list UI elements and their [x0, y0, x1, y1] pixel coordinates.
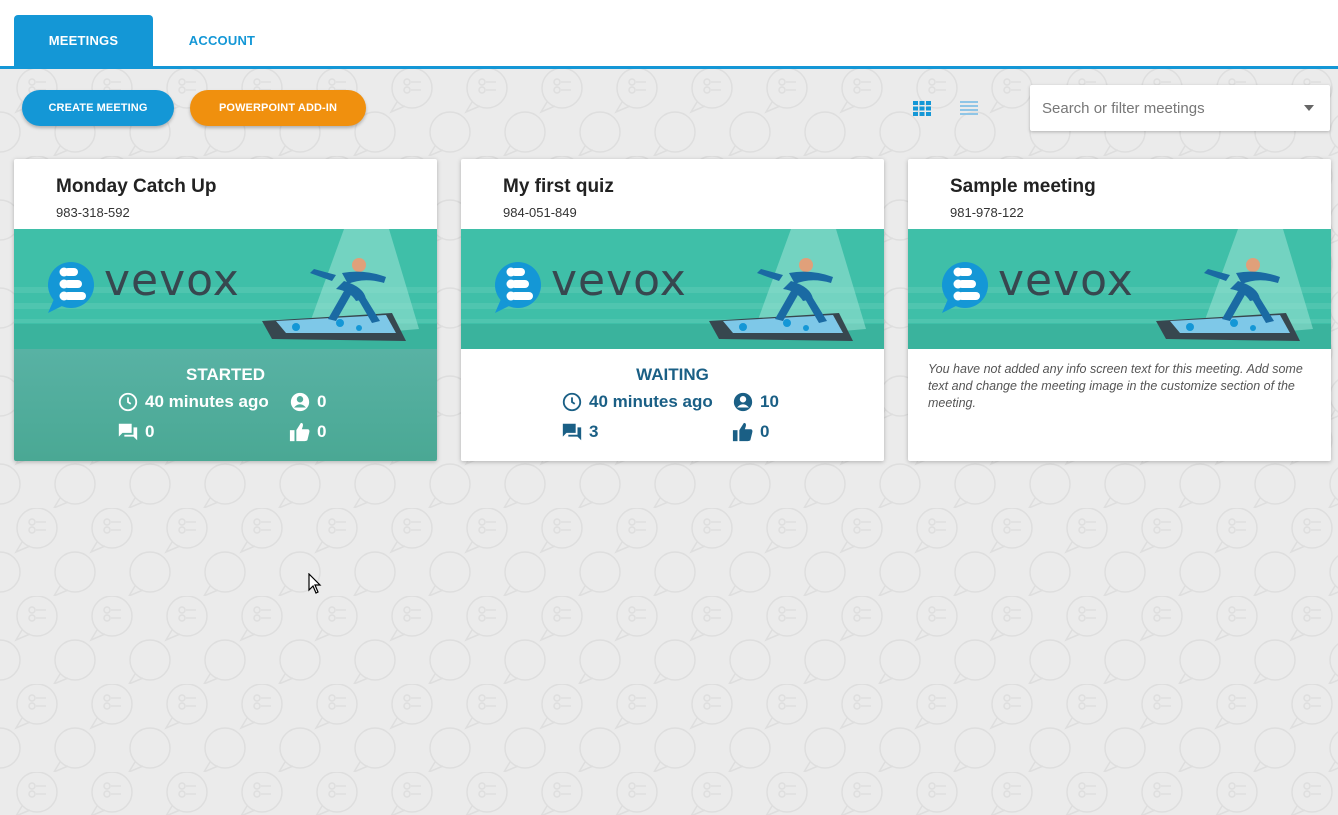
user-icon [290, 392, 310, 412]
search-input[interactable] [1030, 85, 1292, 131]
meeting-title: Monday Catch Up [56, 176, 217, 197]
search-filter-box[interactable] [1030, 85, 1330, 131]
powerpoint-addin-button[interactable]: POWERPOINT ADD-IN [190, 90, 366, 126]
participant-count: 0 [317, 392, 327, 411]
thumbs-up-icon [289, 422, 310, 442]
meeting-code: 981-978-122 [950, 205, 1024, 220]
top-navigation: MEETINGS ACCOUNT [0, 0, 1338, 69]
user-icon [733, 392, 753, 412]
tab-meetings[interactable]: MEETINGS [14, 15, 153, 66]
meeting-card[interactable]: My first quiz 984-051-849 vevox WAITING … [461, 159, 884, 461]
status-label: STARTED [185, 365, 265, 384]
status-label: WAITING [636, 365, 709, 384]
clock-icon [562, 392, 582, 412]
vevox-logo-text: vevox [104, 255, 240, 306]
meeting-card[interactable]: Sample meeting 981-978-122 vevox You hav… [908, 159, 1331, 461]
meeting-info-panel: You have not added any info screen text … [908, 349, 1331, 461]
participant-count: 10 [760, 392, 779, 411]
create-meeting-button[interactable]: CREATE MEETING [22, 90, 174, 126]
chevron-down-icon[interactable] [1304, 105, 1314, 111]
meeting-status-panel: WAITING 40 minutes ago 10 3 0 [461, 349, 884, 461]
meeting-banner-image: vevox [908, 229, 1331, 349]
meeting-status-panel: STARTED 40 minutes ago 0 0 0 [14, 349, 437, 461]
grid-view-icon[interactable] [911, 98, 933, 118]
meeting-code: 983-318-592 [56, 205, 130, 220]
meeting-time: 40 minutes ago [589, 392, 713, 411]
meeting-code: 984-051-849 [503, 205, 577, 220]
like-count: 0 [760, 422, 770, 441]
tab-account[interactable]: ACCOUNT [168, 15, 276, 66]
clock-icon [118, 392, 138, 412]
like-count: 0 [317, 422, 327, 441]
mouse-cursor-icon [308, 573, 322, 594]
chat-icon [118, 423, 138, 441]
thumbs-up-icon [732, 422, 753, 442]
vevox-logo-text: vevox [551, 255, 687, 306]
meeting-time: 40 minutes ago [145, 392, 269, 411]
meeting-banner-image: vevox [14, 229, 437, 349]
vevox-logo-text: vevox [998, 255, 1134, 306]
meeting-title: Sample meeting [950, 176, 1096, 197]
list-view-icon[interactable] [958, 98, 980, 118]
meeting-title: My first quiz [503, 176, 614, 197]
message-count: 3 [589, 422, 599, 441]
message-count: 0 [145, 422, 155, 441]
chat-icon [562, 423, 582, 441]
info-screen-text: You have not added any info screen text … [928, 362, 1303, 410]
meeting-banner-image: vevox [461, 229, 884, 349]
meeting-card[interactable]: Monday Catch Up 983-318-592 vevox STARTE… [14, 159, 437, 461]
